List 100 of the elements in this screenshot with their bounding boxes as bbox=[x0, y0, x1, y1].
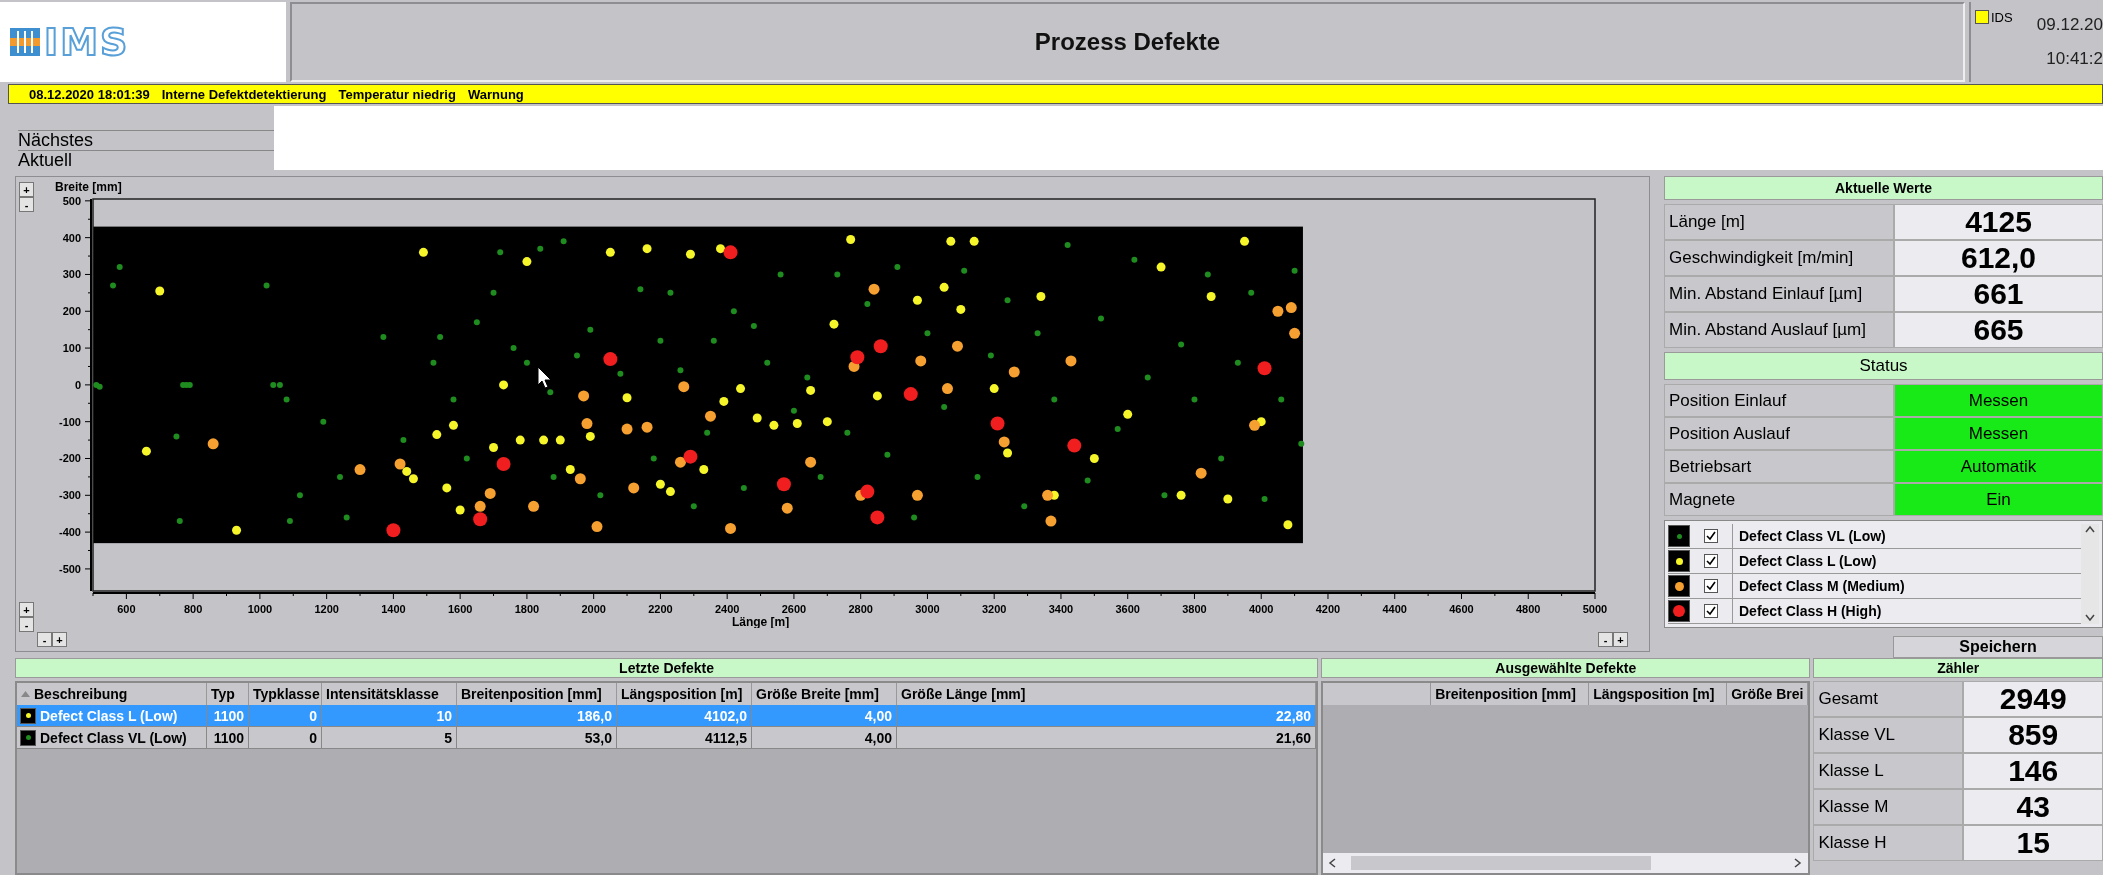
table-cell: 22,80 bbox=[897, 705, 1317, 726]
status-value: Messen bbox=[1894, 384, 2103, 417]
counter-label: Klasse M bbox=[1813, 789, 1964, 825]
axis-title: Länge [m] bbox=[731, 615, 790, 628]
tick-label: 1800 bbox=[514, 603, 540, 615]
status-label: Position Auslauf bbox=[1664, 417, 1894, 450]
counter-label: Gesamt bbox=[1813, 681, 1964, 717]
zoom-button[interactable]: + bbox=[19, 602, 34, 617]
counter-label: Klasse L bbox=[1813, 753, 1964, 789]
table-cell: 53,0 bbox=[457, 727, 617, 748]
alarm-text: 08.12.2020 18:01:39 bbox=[29, 86, 150, 102]
tick-label: 1000 bbox=[247, 603, 273, 615]
tick-label: 1200 bbox=[314, 603, 339, 615]
save-button[interactable]: Speichern bbox=[1893, 636, 2103, 658]
alarm-text: Warnung bbox=[467, 86, 524, 102]
table-cell: 1100 bbox=[207, 705, 249, 726]
alarm-text: Temperatur niedrig bbox=[338, 86, 456, 102]
table-cell: 1100 bbox=[207, 727, 249, 748]
tick-label: 400 bbox=[62, 231, 81, 244]
tick-label: 4000 bbox=[1249, 603, 1274, 615]
value-label: Geschwindigkeit [m/min] bbox=[1664, 240, 1894, 277]
tick-label: 4800 bbox=[1516, 603, 1541, 615]
status-label: Position Einlauf bbox=[1664, 384, 1894, 417]
tick-label: 4400 bbox=[1382, 603, 1407, 615]
tick-label: 3400 bbox=[1048, 603, 1074, 615]
tick-label: -300 bbox=[58, 489, 81, 502]
table-cell: 4,00 bbox=[752, 727, 897, 748]
axis-title: Breite [mm] bbox=[55, 180, 122, 194]
counter-label: Klasse VL bbox=[1813, 717, 1964, 753]
tick-label: 3600 bbox=[1115, 603, 1140, 615]
status-value: Ein bbox=[1894, 483, 2103, 516]
zoom-button[interactable]: - bbox=[37, 632, 52, 647]
date: 09.12.20 bbox=[2036, 15, 2103, 35]
status-value: Messen bbox=[1894, 417, 2103, 450]
tick-label: 3200 bbox=[981, 603, 1007, 615]
table-cell: Defect Class VL (Low) bbox=[40, 729, 187, 746]
tick-label: -500 bbox=[58, 562, 81, 575]
page-title: Prozess Defekte bbox=[1034, 28, 1221, 56]
schedule-label: Aktuell bbox=[18, 150, 274, 170]
value-display: 661 bbox=[1894, 276, 2103, 313]
tick-label: 0 bbox=[74, 378, 81, 391]
value-display: 612,0 bbox=[1894, 240, 2103, 277]
tick-label: 2200 bbox=[648, 603, 673, 615]
schedule-label: Nächstes bbox=[18, 130, 274, 150]
tick-label: 500 bbox=[62, 194, 81, 207]
status-value: Automatik bbox=[1894, 450, 2103, 483]
zoom-button[interactable]: + bbox=[1613, 632, 1628, 647]
table-cell: Defect Class L (Low) bbox=[40, 707, 178, 724]
tick-label: -200 bbox=[58, 452, 81, 465]
tick-label: 100 bbox=[62, 342, 81, 355]
value-display: 4125 bbox=[1894, 204, 2103, 241]
counter-value: 15 bbox=[1963, 825, 2103, 861]
counter-value: 146 bbox=[1963, 753, 2103, 789]
table-cell: 0 bbox=[249, 705, 322, 726]
alarm-text: Interne Defektdetektierung bbox=[161, 86, 327, 102]
table-cell: 4102,0 bbox=[617, 705, 752, 726]
section-header: Aktuelle Werte bbox=[1664, 176, 2103, 201]
tick-label: 4600 bbox=[1449, 603, 1474, 615]
zoom-button[interactable]: - bbox=[19, 617, 34, 632]
tick-label: 2000 bbox=[581, 603, 606, 615]
counter-value: 2949 bbox=[1963, 681, 2103, 717]
tick-label: 800 bbox=[183, 603, 203, 615]
table-cell: 4112,5 bbox=[617, 727, 752, 748]
status-label: Betriebsart bbox=[1664, 450, 1894, 483]
value-label: Min. Abstand Einlauf [µm] bbox=[1664, 276, 1894, 313]
zoom-button[interactable]: - bbox=[19, 197, 34, 212]
counter-label: Klasse H bbox=[1813, 825, 1964, 861]
table-cell: 10 bbox=[322, 705, 457, 726]
tick-label: 600 bbox=[117, 603, 136, 615]
tick-label: 3800 bbox=[1182, 603, 1207, 615]
zoom-button[interactable]: + bbox=[19, 182, 34, 197]
tick-label: -400 bbox=[58, 526, 81, 539]
tick-label: 2800 bbox=[848, 603, 873, 615]
tick-label: 200 bbox=[62, 305, 81, 318]
table-row[interactable]: Defect Class VL (Low) 1100 0 5 53,0 4112,5 4,00 21,60 bbox=[17, 727, 1317, 749]
column-header[interactable]: Größe Brei bbox=[1727, 683, 1809, 705]
section-header: Status bbox=[1664, 352, 2103, 380]
counter-value: 43 bbox=[1963, 789, 2103, 825]
zoom-button[interactable]: - bbox=[1598, 632, 1613, 647]
column-header[interactable]: Längsposition [m] bbox=[1589, 683, 1728, 705]
value-display: 665 bbox=[1894, 312, 2103, 349]
tick-label: 2600 bbox=[781, 603, 807, 615]
zoom-button[interactable]: + bbox=[52, 632, 67, 647]
tick-label: 300 bbox=[62, 268, 81, 281]
tick-label: 1400 bbox=[381, 603, 406, 615]
section-header: Ausgewählte Defekte bbox=[1321, 658, 1811, 678]
tick-label: 5000 bbox=[1582, 603, 1608, 615]
counter-value: 859 bbox=[1963, 717, 2103, 753]
value-label: Länge [m] bbox=[1664, 204, 1894, 241]
tick-label: -100 bbox=[58, 415, 81, 428]
section-header: Zähler bbox=[1813, 658, 2103, 678]
time: 10:41:2 bbox=[2046, 49, 2103, 69]
tick-label: 1600 bbox=[447, 603, 473, 615]
tick-label: 4200 bbox=[1315, 603, 1341, 615]
table-cell: 0 bbox=[249, 727, 322, 748]
status-label: Magnete bbox=[1664, 483, 1894, 516]
logo-text: IMS bbox=[44, 20, 130, 64]
table-cell: 186,0 bbox=[457, 705, 617, 726]
table-cell: 21,60 bbox=[897, 727, 1317, 748]
column-header[interactable]: Breitenposition [mm] bbox=[1431, 683, 1590, 705]
